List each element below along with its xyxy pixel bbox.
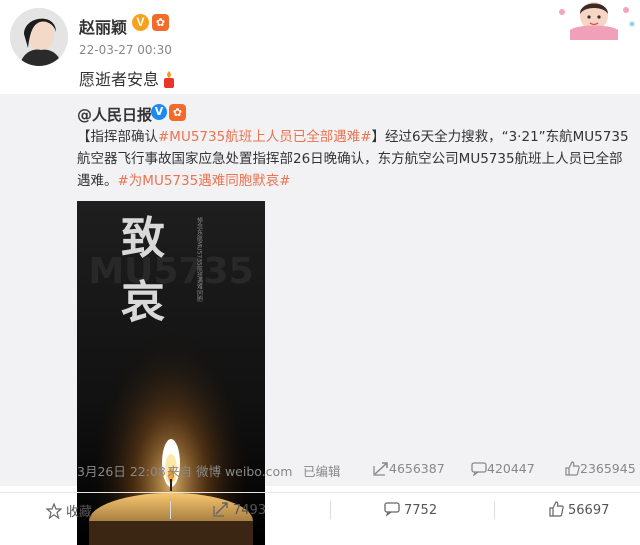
collect-button[interactable]: 收藏 — [45, 501, 93, 520]
post-timestamp[interactable]: 22-03-27 00:30 — [79, 43, 172, 57]
comment-label: 7752 — [404, 503, 438, 518]
poster-char2: 哀 — [121, 277, 165, 328]
post-text-content: 愿逝者安息 — [79, 70, 160, 89]
avatar[interactable] — [10, 8, 68, 66]
repost-source[interactable]: 来自 微博 weibo.com — [167, 461, 292, 480]
repost-card[interactable]: @人民日报 V ✿ 【指挥部确认#MU5735航班上人员已全部遇难#】经过6天全… — [0, 94, 640, 545]
repost-body: 【指挥部确认#MU5735航班上人员已全部遇难#】经过6天全力搜救，“3·21”… — [77, 126, 633, 192]
repost-icon — [373, 462, 388, 476]
star-icon — [45, 502, 63, 520]
decoration-sticker — [548, 0, 640, 40]
post-text: 愿逝者安息 — [79, 66, 177, 90]
username[interactable]: 赵丽颖 — [79, 14, 127, 38]
thumbs-up-icon — [565, 461, 580, 476]
repost-author[interactable]: @人民日报 — [77, 104, 152, 125]
comment-button[interactable]: 7752 — [384, 501, 437, 518]
action-bar: 收藏 7493 7752 56697 — [0, 492, 640, 527]
divider — [170, 501, 171, 519]
fan-badge-icon: ✿ — [169, 104, 186, 121]
repost-button[interactable]: 7493 — [213, 501, 266, 518]
fan-badge-icon: ✿ — [152, 14, 169, 31]
divider — [494, 501, 495, 519]
repost-meta: 3月26日 22:08 来自 微博 weibo.com 已编辑 4656387 … — [77, 461, 640, 481]
poster-char1: 致 — [121, 213, 165, 264]
repost-label: 7493 — [233, 503, 267, 518]
repost-icon — [213, 502, 228, 517]
hashtag-link[interactable]: #为MU5735遇难同胞默哀# — [118, 173, 291, 189]
collect-label: 收藏 — [66, 505, 93, 520]
verified-icon: V — [132, 14, 149, 31]
candle-emoji-icon — [161, 70, 177, 88]
edited-label[interactable]: 已编辑 — [303, 461, 341, 480]
comment-count[interactable]: 420447 — [471, 461, 535, 476]
poster-bg-text: MU5735 — [88, 251, 253, 292]
poster-vertical-text: 悼念东航MU5735航班遇难同胞 — [196, 216, 203, 303]
like-button[interactable]: 56697 — [548, 501, 609, 518]
hashtag-link[interactable]: #MU5735航班上人员已全部遇难# — [158, 129, 372, 145]
divider — [330, 501, 331, 519]
repost-body-prefix: 【指挥部确认 — [77, 129, 158, 145]
like-count[interactable]: 2365945 — [564, 461, 636, 476]
like-label: 56697 — [568, 503, 610, 518]
thumbs-up-icon — [549, 501, 564, 517]
comment-icon — [384, 502, 400, 517]
like-count-value: 2365945 — [580, 461, 636, 476]
verified-blue-icon: V — [151, 104, 167, 120]
comment-icon — [471, 462, 487, 476]
repost-count[interactable]: 4656387 — [373, 461, 445, 476]
repost-count-value: 4656387 — [389, 461, 445, 476]
repost-author-name[interactable]: @人民日报 — [77, 106, 152, 124]
comment-count-value: 420447 — [487, 461, 535, 476]
repost-date[interactable]: 3月26日 22:08 — [77, 461, 166, 480]
